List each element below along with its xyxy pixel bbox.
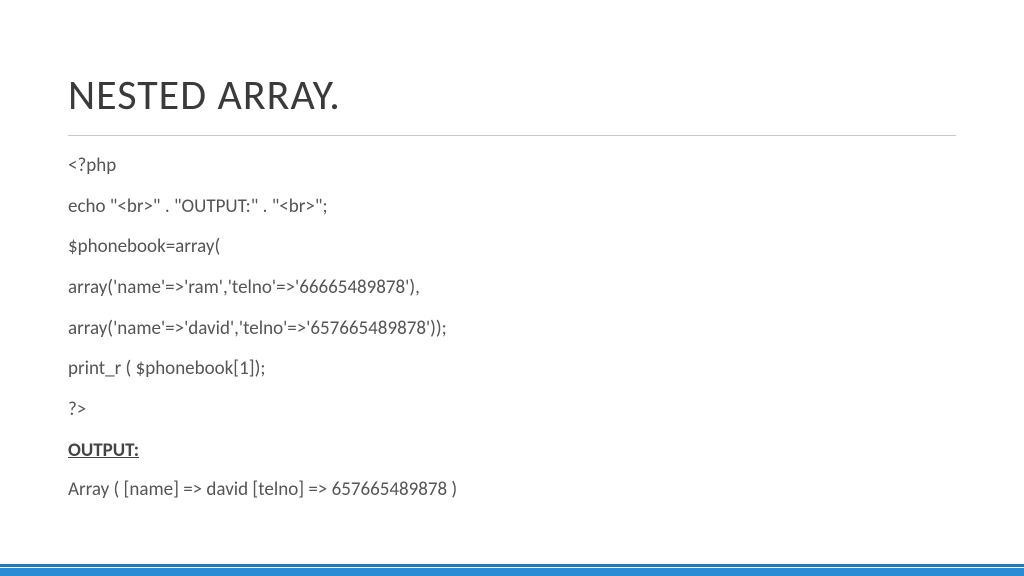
output-text: Array ( [name] => david [telno] => 65766…	[68, 478, 956, 503]
output-label: OUTPUT:	[68, 439, 956, 462]
page-title: NESTED ARRAY.	[68, 70, 956, 121]
footer-bar-bottom	[0, 568, 1024, 576]
slide-footer-bar	[0, 564, 1024, 576]
slide: NESTED ARRAY. <?php echo "<br>" . "OUTPU…	[0, 0, 1024, 576]
code-line-7: ?>	[68, 398, 956, 423]
code-line-2: echo "<br>" . "OUTPUT:" . "<br>";	[68, 195, 956, 220]
code-line-4: array('name'=>'ram','telno'=>'6666548987…	[68, 276, 956, 301]
code-line-6: print_r ( $phonebook[1]);	[68, 357, 956, 382]
code-line-1: <?php	[68, 154, 956, 179]
code-line-3: $phonebook=array(	[68, 235, 956, 260]
title-divider	[68, 135, 956, 136]
code-line-5: array('name'=>'david','telno'=>'65766548…	[68, 317, 956, 342]
